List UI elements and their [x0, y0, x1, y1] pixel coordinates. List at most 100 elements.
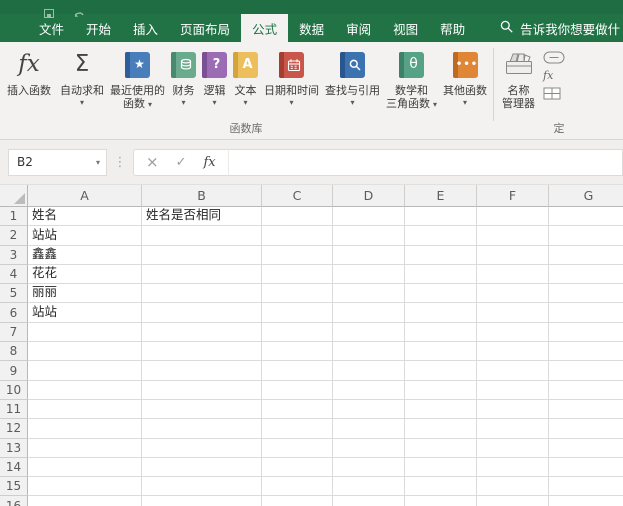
select-all-corner[interactable]: [0, 185, 28, 207]
cell-A13[interactable]: [28, 438, 142, 458]
cell-F8[interactable]: [477, 342, 549, 362]
cell-D7[interactable]: [333, 322, 405, 343]
column-header-E[interactable]: E: [405, 185, 477, 207]
cell-B12[interactable]: [142, 419, 262, 439]
cell-G3[interactable]: [549, 245, 623, 265]
cell-C8[interactable]: [262, 342, 333, 362]
cell-D9[interactable]: [333, 361, 405, 381]
save-icon[interactable]: [44, 3, 54, 22]
column-header-G[interactable]: G: [549, 185, 623, 207]
cell-G2[interactable]: [549, 226, 623, 246]
cell-F16[interactable]: [477, 496, 549, 506]
cell-B14[interactable]: [142, 457, 262, 478]
cell-D14[interactable]: [333, 457, 405, 478]
name-manager-button[interactable]: 名称 管理器: [499, 45, 538, 110]
cell-E4[interactable]: [405, 264, 477, 285]
cell-A10[interactable]: [28, 380, 142, 400]
row-header-1[interactable]: 1: [0, 207, 28, 227]
ribbon-button-autosum[interactable]: Σ 自动求和 ▾: [57, 45, 107, 108]
cell-G4[interactable]: [549, 264, 623, 285]
cell-B8[interactable]: [142, 342, 262, 362]
cell-C12[interactable]: [262, 419, 333, 439]
cell-E6[interactable]: [405, 303, 477, 323]
name-box[interactable]: B2 ▾: [8, 148, 107, 176]
cell-A7[interactable]: [28, 322, 142, 343]
cell-B10[interactable]: [142, 380, 262, 400]
cell-F1[interactable]: [477, 207, 549, 227]
cell-G9[interactable]: [549, 361, 623, 381]
cell-F7[interactable]: [477, 322, 549, 343]
cell-B6[interactable]: [142, 303, 262, 323]
ribbon-button-financial[interactable]: 财务 ▾: [168, 45, 199, 107]
cell-B2[interactable]: [142, 226, 262, 246]
cell-G14[interactable]: [549, 457, 623, 478]
cell-A3[interactable]: 鑫鑫: [28, 245, 142, 265]
row-header-15[interactable]: 15: [0, 477, 28, 497]
cell-E10[interactable]: [405, 380, 477, 400]
ribbon-button-lookup-reference[interactable]: 查找与引用 ▾: [322, 45, 383, 107]
cell-A12[interactable]: [28, 419, 142, 439]
cell-C14[interactable]: [262, 457, 333, 478]
cell-C16[interactable]: [262, 496, 333, 506]
cell-G6[interactable]: [549, 303, 623, 323]
cell-B15[interactable]: [142, 477, 262, 497]
column-header-D[interactable]: D: [333, 185, 405, 207]
cell-F9[interactable]: [477, 361, 549, 381]
cell-B7[interactable]: [142, 322, 262, 343]
cell-G12[interactable]: [549, 419, 623, 439]
cell-C6[interactable]: [262, 303, 333, 323]
tab-help[interactable]: 帮助: [429, 14, 476, 42]
cell-C5[interactable]: [262, 284, 333, 304]
cell-E1[interactable]: [405, 207, 477, 227]
cell-A9[interactable]: [28, 361, 142, 381]
cell-F6[interactable]: [477, 303, 549, 323]
cell-B16[interactable]: [142, 496, 262, 506]
cell-D1[interactable]: [333, 207, 405, 227]
cell-D11[interactable]: [333, 399, 405, 420]
cell-E2[interactable]: [405, 226, 477, 246]
cell-G15[interactable]: [549, 477, 623, 497]
cell-F2[interactable]: [477, 226, 549, 246]
row-header-10[interactable]: 10: [0, 380, 28, 400]
ribbon-button-insert-function[interactable]: fx 插入函数: [4, 45, 54, 98]
cell-E3[interactable]: [405, 245, 477, 265]
cell-B9[interactable]: [142, 361, 262, 381]
cell-E15[interactable]: [405, 477, 477, 497]
ribbon-button-date-time[interactable]: 日期和时间 ▾: [261, 45, 322, 107]
cell-E9[interactable]: [405, 361, 477, 381]
cell-F13[interactable]: [477, 438, 549, 458]
cell-A16[interactable]: [28, 496, 142, 506]
create-from-selection-icon[interactable]: [543, 87, 565, 100]
cell-D4[interactable]: [333, 264, 405, 285]
formula-input[interactable]: [227, 148, 623, 176]
cell-B4[interactable]: [142, 264, 262, 285]
cell-A6[interactable]: 站站: [28, 303, 142, 323]
tab-view[interactable]: 视图: [382, 14, 429, 42]
define-name-icon[interactable]: [543, 51, 565, 64]
formula-bar-drag-handle[interactable]: ⋮: [107, 155, 133, 170]
ribbon-button-more-functions[interactable]: ••• 其他函数 ▾: [440, 45, 490, 107]
cell-A15[interactable]: [28, 477, 142, 497]
cell-A11[interactable]: [28, 399, 142, 420]
cell-F10[interactable]: [477, 380, 549, 400]
cell-G10[interactable]: [549, 380, 623, 400]
cell-A5[interactable]: 丽丽: [28, 284, 142, 304]
ribbon-button-text[interactable]: A 文本 ▾: [230, 45, 261, 107]
cell-C13[interactable]: [262, 438, 333, 458]
ribbon-button-math-trig[interactable]: θ 数学和 三角函数 ▾: [383, 45, 440, 111]
row-header-3[interactable]: 3: [0, 245, 28, 265]
insert-function-fx-button[interactable]: fx: [203, 155, 215, 170]
cell-E12[interactable]: [405, 419, 477, 439]
cell-C15[interactable]: [262, 477, 333, 497]
ribbon-button-logical[interactable]: ? 逻辑 ▾: [199, 45, 230, 107]
cell-A1[interactable]: 姓名: [28, 207, 142, 227]
cell-E13[interactable]: [405, 438, 477, 458]
cell-C3[interactable]: [262, 245, 333, 265]
enter-button[interactable]: ✓: [176, 156, 187, 169]
tell-me-search[interactable]: 告诉我你想要做什: [500, 14, 623, 42]
cell-E16[interactable]: [405, 496, 477, 506]
cell-C10[interactable]: [262, 380, 333, 400]
use-in-formula-icon[interactable]: fx: [543, 69, 565, 82]
cell-G16[interactable]: [549, 496, 623, 506]
cell-D3[interactable]: [333, 245, 405, 265]
